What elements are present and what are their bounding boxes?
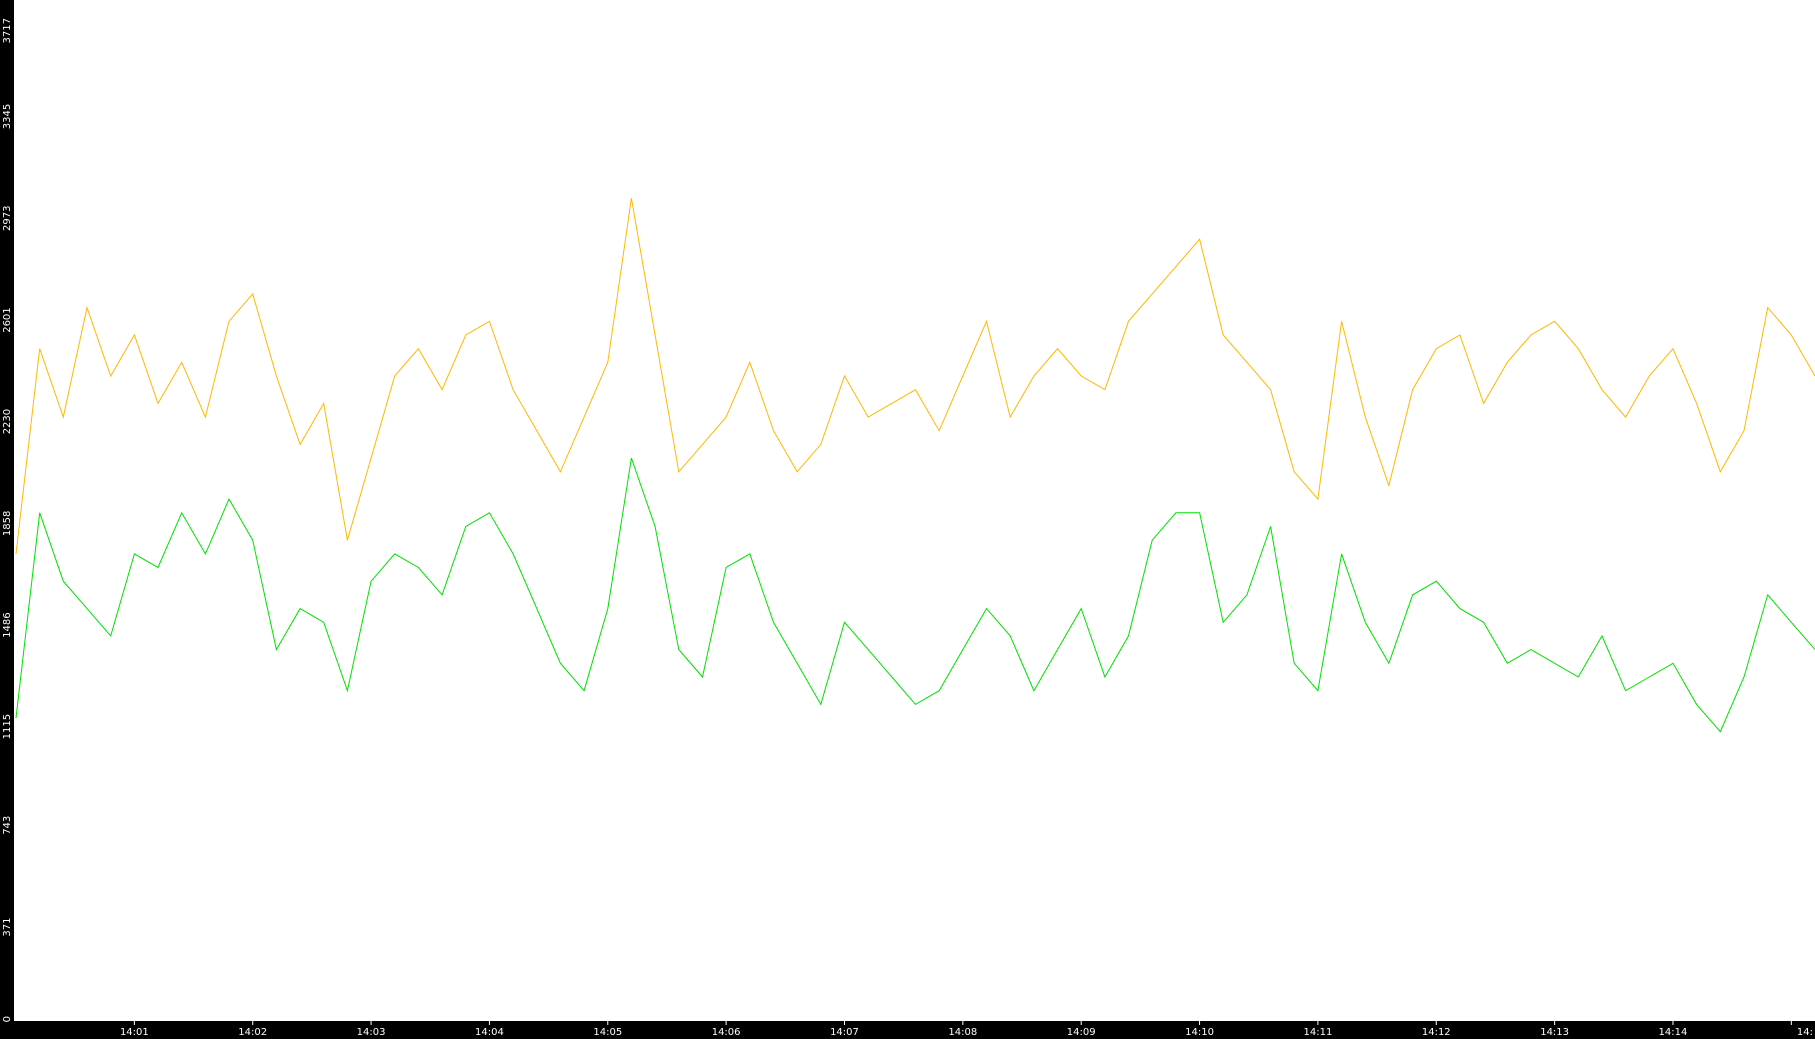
y-tick-label: 2230 <box>2 409 13 434</box>
x-tick-label: 14: <box>1797 1027 1813 1038</box>
x-tick-label: 14:02 <box>238 1027 267 1038</box>
x-tick-label: 14:07 <box>830 1027 859 1038</box>
y-tick-label: 371 <box>2 917 13 936</box>
x-axis-ticks: 14:01 14:02 14:03 14:04 14:05 14:06 14:07 14:08… <box>120 1021 1813 1038</box>
x-tick-label: 14:06 <box>712 1027 741 1038</box>
x-tick-label: 14:14 <box>1659 1027 1688 1038</box>
y-tick-label: 1858 <box>2 511 13 536</box>
series-line-1 <box>15 198 1815 554</box>
y-tick-label: 0 <box>2 1016 13 1022</box>
y-tick-label: 2973 <box>2 206 13 231</box>
x-tick-label: 14:10 <box>1185 1027 1214 1038</box>
y-axis-ticks: 0 371 743 1115 1486 1858 2230 2601 2973 3345 3717 <box>2 18 13 1022</box>
x-tick-label: 14:03 <box>357 1027 386 1038</box>
y-tick-label: 3345 <box>2 104 13 129</box>
y-tick-label: 3717 <box>2 18 13 43</box>
x-tick-label: 14:13 <box>1540 1027 1569 1038</box>
line-chart: 037174311151486185822302601297333453717 … <box>2 18 1815 1038</box>
x-tick-label: 14:12 <box>1422 1027 1451 1038</box>
series-layer <box>15 198 1815 733</box>
x-tick-label: 14:09 <box>1067 1027 1096 1038</box>
x-tick-label: 14:05 <box>593 1027 622 1038</box>
y-tick-label: 1115 <box>2 714 13 739</box>
y-tick-label: 2601 <box>2 307 13 332</box>
x-tick-label: 14:01 <box>120 1027 149 1038</box>
x-tick-label: 14:11 <box>1303 1027 1332 1038</box>
y-tick-label: 743 <box>2 816 13 835</box>
x-tick-label: 14:08 <box>948 1027 977 1038</box>
x-tick-label: 14:04 <box>475 1027 504 1038</box>
y-tick-label: 1486 <box>2 612 13 637</box>
series-line-2 <box>15 457 1815 733</box>
